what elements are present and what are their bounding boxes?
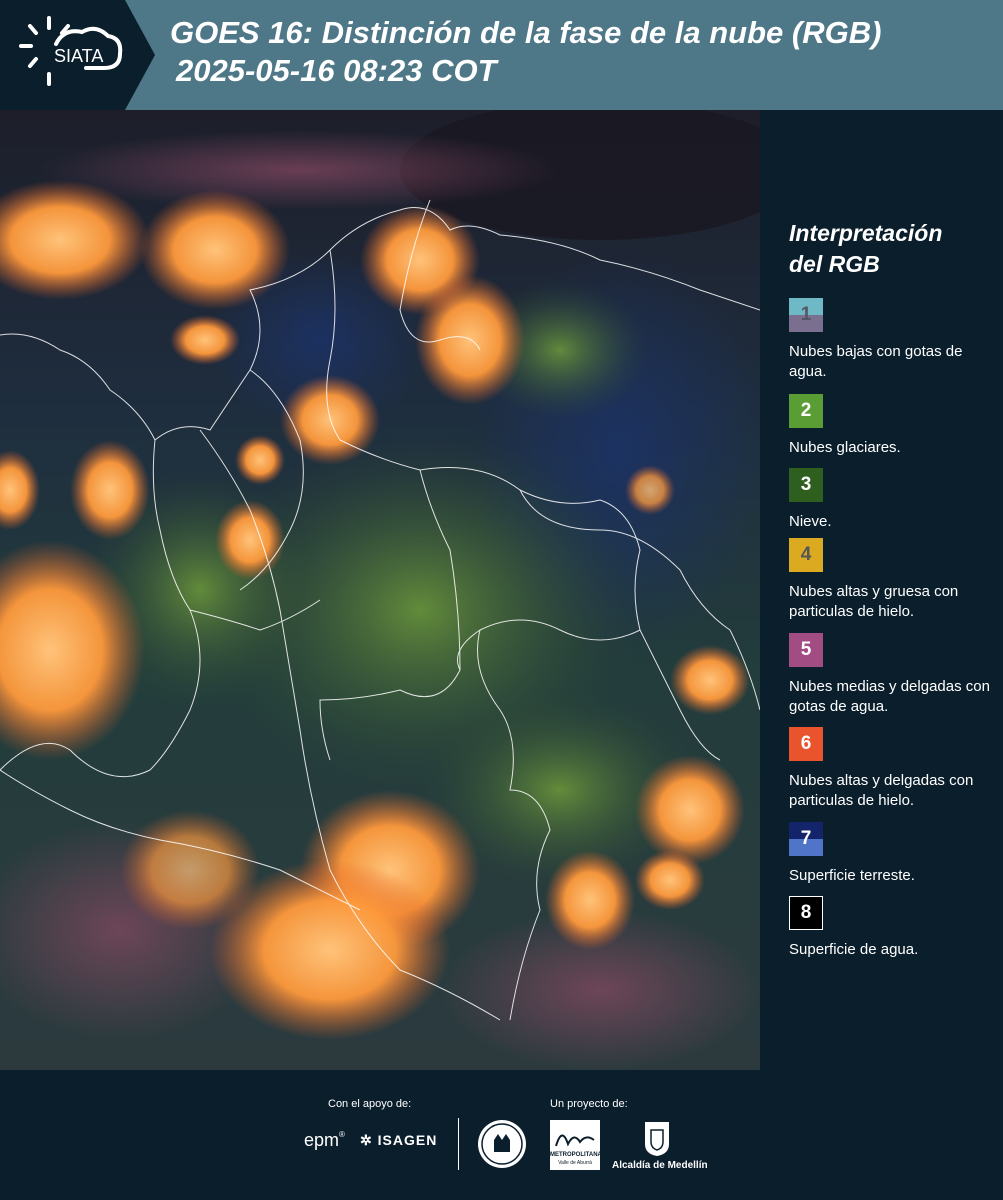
legend-number: 3 bbox=[800, 474, 812, 495]
logo-text: SIATA bbox=[54, 46, 104, 66]
area-line-1: METROPOLITANA bbox=[550, 1152, 602, 1158]
legend-label: Nubes altas y gruesa con particulas de h… bbox=[789, 583, 959, 620]
legend-number: 6 bbox=[800, 733, 812, 754]
epm-logo: epm® bbox=[304, 1130, 345, 1151]
satellite-map bbox=[0, 110, 760, 1070]
isagen-logo-text: ISAGEN bbox=[377, 1132, 438, 1148]
legend-swatch: 4 bbox=[789, 538, 823, 572]
isagen-logo: ✲ ISAGEN bbox=[360, 1132, 437, 1149]
legend-number: 8 bbox=[800, 902, 812, 923]
legend-label: Nubes bajas con gotas de agua. bbox=[789, 343, 963, 380]
legend-title-line-2: del RGB bbox=[789, 251, 880, 277]
legend-swatch: 7 bbox=[789, 822, 823, 856]
epm-logo-text: epm bbox=[304, 1130, 340, 1150]
registered-mark-icon: ® bbox=[339, 1130, 345, 1139]
footer-divider bbox=[458, 1118, 459, 1170]
legend-title: Interpretación del RGB bbox=[789, 218, 942, 280]
legend-label: Nubes glaciares. bbox=[789, 439, 901, 456]
legend-item: 6 Nubes altas y delgadas con particulas … bbox=[789, 727, 999, 811]
legend-item: 1 Nubes bajas con gotas de agua. bbox=[789, 298, 999, 382]
legend-number: 4 bbox=[800, 544, 812, 565]
legend-item: 4 Nubes altas y gruesa con particulas de… bbox=[789, 538, 999, 622]
legend-item: 5 Nubes medias y delgadas con gotas de a… bbox=[789, 633, 999, 717]
legend-label: Nieve. bbox=[789, 513, 832, 530]
legend-title-line-1: Interpretación bbox=[789, 220, 943, 246]
seal-icon bbox=[478, 1120, 526, 1168]
support-label: Con el apoyo de: bbox=[328, 1098, 412, 1110]
legend-swatch: 8 bbox=[789, 896, 823, 930]
legend-swatch: 5 bbox=[789, 633, 823, 667]
area-metropolitana-logo: METROPOLITANA Valle de Aburrá bbox=[550, 1120, 602, 1170]
area-signature-icon bbox=[555, 1134, 595, 1147]
legend-number: 5 bbox=[800, 639, 812, 660]
isagen-mark-icon: ✲ bbox=[360, 1132, 373, 1148]
header-bar: SIATA GOES 16: Distinción de la fase de … bbox=[0, 0, 1003, 110]
project-label: Un proyecto de: bbox=[550, 1098, 628, 1110]
legend-swatch: 1 bbox=[789, 298, 823, 332]
legend-label: Nubes medias y delgadas con gotas de agu… bbox=[789, 678, 990, 715]
legend-label: Superficie de agua. bbox=[789, 941, 919, 958]
title-line-2: 2025-05-16 08:23 COT bbox=[176, 53, 497, 88]
area-line-2: Valle de Aburrá bbox=[558, 1160, 592, 1166]
legend-swatch: 6 bbox=[789, 727, 823, 761]
legend-item: 2 Nubes glaciares. bbox=[789, 394, 999, 458]
legend-item: 8 Superficie de agua. bbox=[789, 896, 999, 960]
legend-number: 2 bbox=[800, 400, 812, 421]
page-title: GOES 16: Distinción de la fase de la nub… bbox=[170, 14, 881, 90]
legend-number: 7 bbox=[800, 828, 812, 849]
legend-swatch: 2 bbox=[789, 394, 823, 428]
alcaldia-shield-icon bbox=[645, 1122, 669, 1156]
legend-number: 1 bbox=[800, 304, 812, 325]
legend-label: Nubes altas y delgadas con particulas de… bbox=[789, 772, 974, 809]
alcaldia-label: Alcaldía de Medellín bbox=[612, 1160, 708, 1171]
title-line-1: GOES 16: Distinción de la fase de la nub… bbox=[170, 15, 882, 50]
legend-item: 3 Nieve. bbox=[789, 468, 999, 532]
legend-panel: Interpretación del RGB 1 Nubes bajas con… bbox=[760, 110, 1003, 1070]
legend-swatch: 3 bbox=[789, 468, 823, 502]
legend-label: Superficie terreste. bbox=[789, 867, 915, 884]
footer: Con el apoyo de: Un proyecto de: epm® ✲ … bbox=[0, 1070, 1003, 1200]
satellite-rgb-image bbox=[0, 110, 760, 1070]
siata-logo: SIATA bbox=[16, 14, 126, 94]
legend-item: 7 Superficie terreste. bbox=[789, 822, 999, 886]
